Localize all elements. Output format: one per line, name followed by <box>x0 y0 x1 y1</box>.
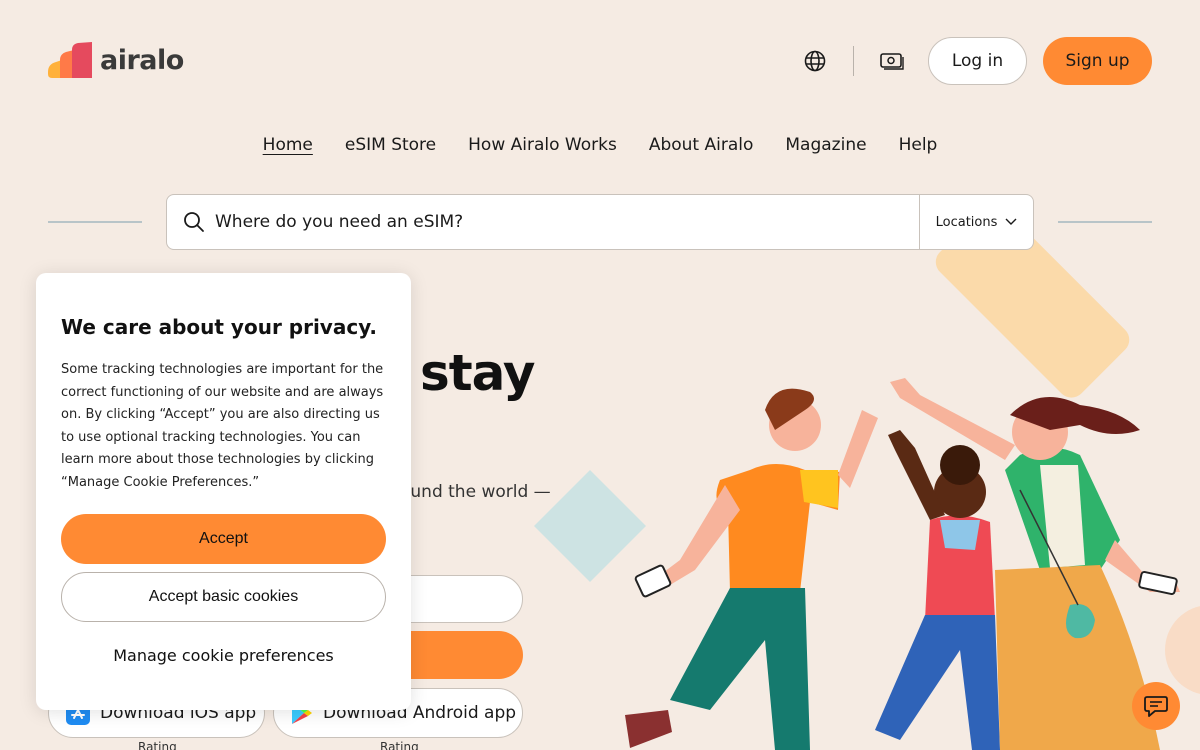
cookie-title: We care about your privacy. <box>61 315 377 339</box>
cookie-body: Some tracking technologies are important… <box>61 362 384 490</box>
chevron-down-icon <box>1005 218 1017 225</box>
airalo-logo-icon <box>48 42 92 78</box>
nav-item-how-airalo-works[interactable]: How Airalo Works <box>468 135 617 155</box>
nav-item-help[interactable]: Help <box>899 135 938 155</box>
cookie-accept-button[interactable]: Accept <box>61 514 386 564</box>
language-button[interactable] <box>799 45 831 77</box>
currency-button[interactable] <box>876 45 908 77</box>
travelers-illustration <box>625 378 1180 750</box>
search-divider-right <box>1058 221 1152 223</box>
signup-button[interactable]: Sign up <box>1043 37 1152 85</box>
nav-item-home[interactable]: Home <box>263 135 313 155</box>
nav-item-esim-store[interactable]: eSIM Store <box>345 135 436 155</box>
globe-icon <box>804 50 826 72</box>
nav-item-about-airalo[interactable]: About Airalo <box>649 135 754 155</box>
esim-search-bar: Locations <box>166 194 1034 250</box>
airalo-logo-text: airalo <box>100 44 184 76</box>
hero-subtitle: ound the world — <box>400 482 551 502</box>
money-icon <box>880 53 904 70</box>
search-scope-dropdown[interactable]: Locations <box>919 195 1033 249</box>
cookie-accept-basic-button[interactable]: Accept basic cookies <box>61 572 386 622</box>
search-scope-label: Locations <box>935 214 998 230</box>
cookie-manage-preferences-link[interactable]: Manage cookie preferences <box>61 630 386 680</box>
android-rating-label: Rating <box>380 740 419 750</box>
nav-item-magazine[interactable]: Magazine <box>785 135 866 155</box>
search-input[interactable] <box>215 212 919 232</box>
chat-icon <box>1144 696 1168 717</box>
hero-title: stay <box>420 344 535 402</box>
search-icon <box>183 210 207 234</box>
airalo-logo[interactable]: airalo <box>48 42 184 78</box>
ios-rating-label: Rating <box>138 740 177 750</box>
header-actions: Log in Sign up <box>799 37 1152 85</box>
header-divider <box>853 46 854 76</box>
cookie-consent-dialog: We care about your privacy. Some trackin… <box>36 273 411 710</box>
login-button[interactable]: Log in <box>928 37 1027 85</box>
search-divider-left <box>48 221 142 223</box>
chat-support-button[interactable] <box>1132 682 1180 730</box>
main-nav: Home eSIM Store How Airalo Works About A… <box>0 135 1200 155</box>
